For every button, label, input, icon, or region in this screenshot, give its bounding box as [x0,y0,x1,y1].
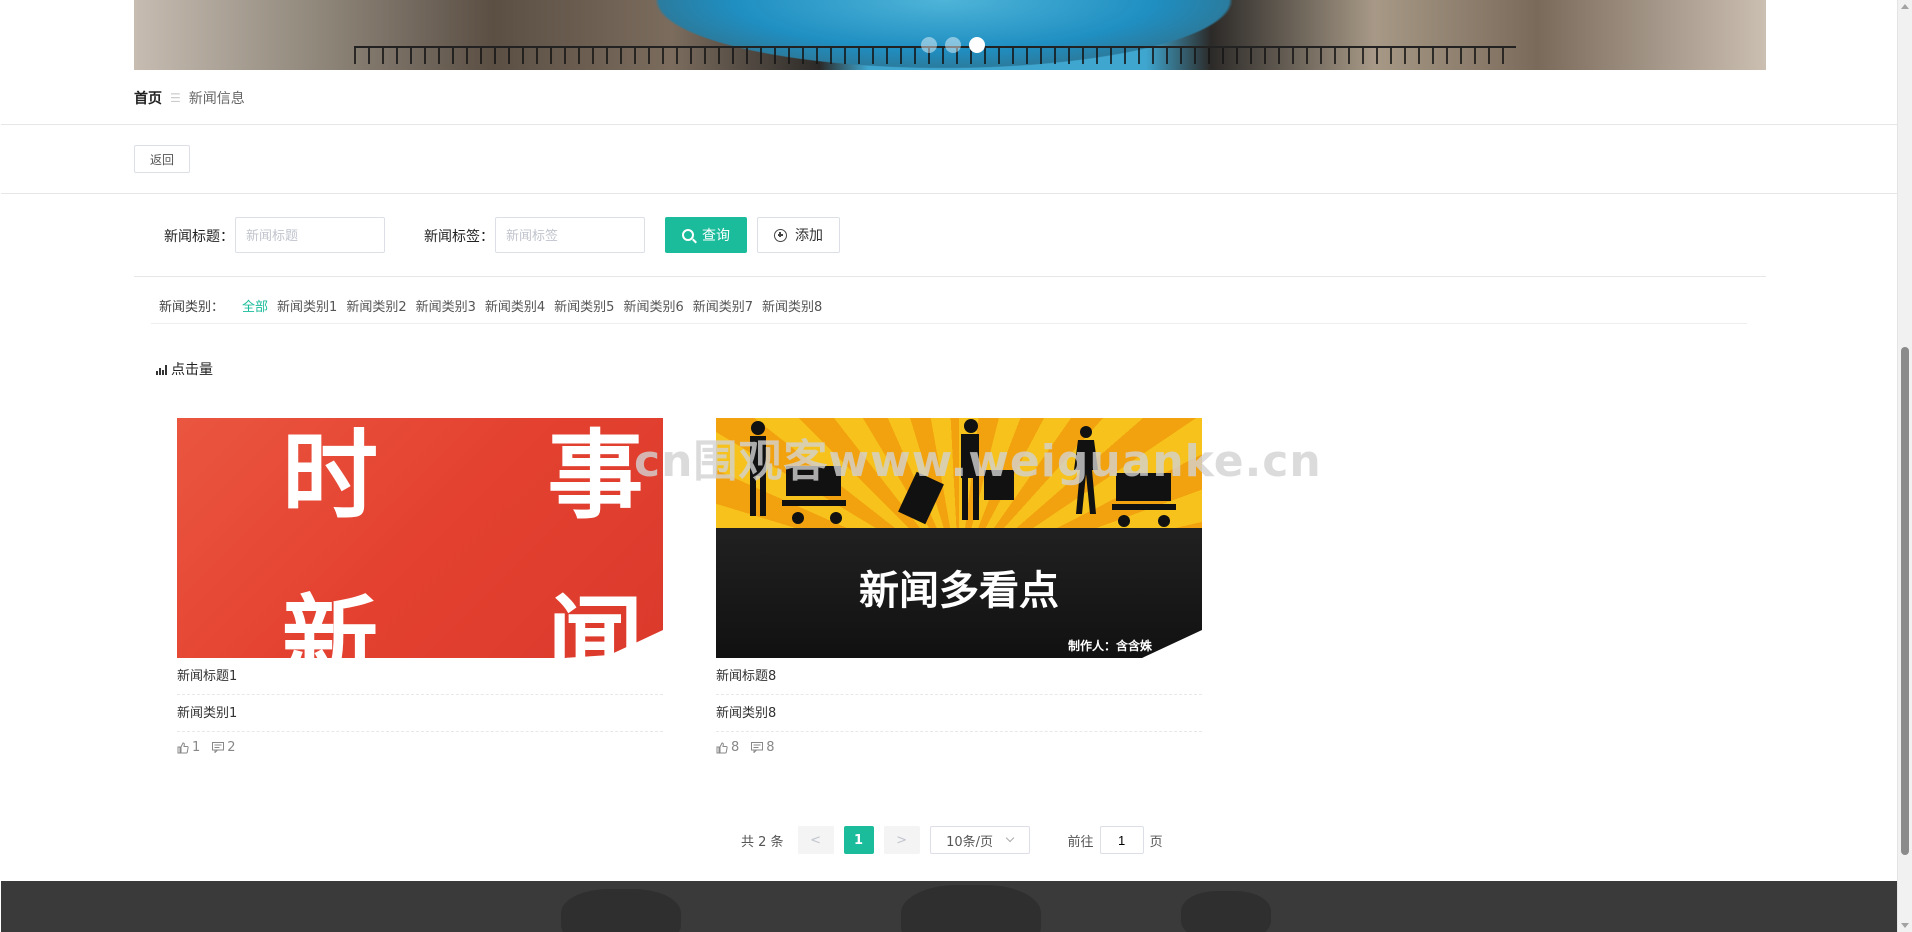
plus-circle-icon [774,228,787,242]
tag-label: 新闻标签： [424,229,494,245]
category-label: 新闻类别： [159,300,225,315]
page: 首页 ☰ 新闻信息 返回 新闻标题： 新闻标签： 查询 添加 新闻类别： 全部 … [1,0,1898,932]
title-input[interactable] [235,217,385,253]
divider [1,124,1898,125]
tag-input[interactable] [495,217,645,253]
scroll-up-arrow-icon[interactable] [1901,4,1909,9]
category-item[interactable]: 新闻类别2 [346,296,406,315]
page-suffix: 页 [1149,834,1163,850]
page-size-select[interactable]: 10条/页 [929,826,1030,854]
carousel-dot-3[interactable] [969,37,985,53]
news-category: 新闻类别1 [177,695,663,732]
breadcrumb-home[interactable]: 首页 [134,88,162,108]
category-item[interactable]: 新闻类别7 [693,296,753,315]
watermark: cn围观客www.weiguanke.cn [634,436,1322,487]
query-button-label: 查询 [702,227,730,243]
category-item[interactable]: 新闻类别5 [554,296,614,315]
news-category: 新闻类别8 [716,695,1202,732]
breadcrumb-separator-icon: ☰ [170,91,181,105]
news-stats: 1 2 [177,740,663,755]
pagination-total: 共 2 条 [741,834,784,850]
divider [1,193,1898,194]
category-item[interactable]: 新闻类别4 [485,296,545,315]
category-item[interactable]: 新闻类别6 [623,296,683,315]
thumbnail-credit: 制作人：含含姝 [1067,639,1152,653]
news-title[interactable]: 新闻标题1 [177,658,663,695]
comment-count: 8 [766,740,775,755]
category-item[interactable]: 新闻类别1 [277,296,337,315]
comment-stat[interactable]: 2 [212,740,236,755]
like-count: 1 [192,740,201,755]
back-button[interactable]: 返回 [134,145,190,173]
comment-count: 2 [227,740,236,755]
breadcrumb-current: 新闻信息 [188,91,245,107]
category-all[interactable]: 全部 [242,296,268,315]
category-item[interactable]: 新闻类别8 [762,296,822,315]
thumbnail-headline: 新闻多看点 [859,568,1059,614]
like-stat[interactable]: 8 [716,740,739,755]
scrollbar-thumb[interactable] [1901,347,1909,855]
page-number-button[interactable]: 1 [843,826,874,854]
like-stat[interactable]: 1 [177,740,200,755]
sort-label: 点击量 [171,362,213,378]
prev-page-button[interactable]: < [797,826,834,854]
title-label: 新闻标题： [164,229,234,245]
divider [134,276,1766,277]
news-card[interactable]: 时 事 新 闻 新闻标题1 新闻类别1 1 2 [177,418,663,755]
page-size-value: 10条/页 [946,834,994,850]
news-title[interactable]: 新闻标题8 [716,658,1202,695]
category-item[interactable]: 新闻类别3 [416,296,476,315]
query-button[interactable]: 查询 [665,217,747,253]
carousel-indicators [921,37,985,53]
footer [1,881,1898,932]
pagination: 共 2 条 < 1 > 10条/页 前往 页 [741,826,1163,854]
search-icon [682,229,694,241]
thumbnail-text: 时 事 [282,419,643,532]
comment-stat[interactable]: 8 [751,740,775,755]
add-button[interactable]: 添加 [757,217,840,253]
banner-carousel[interactable] [134,0,1766,70]
chevron-down-icon [1005,833,1015,843]
goto-label: 前往 [1067,834,1094,850]
news-thumbnail[interactable]: 时 事 新 闻 [177,418,663,658]
divider [151,323,1747,324]
next-page-button[interactable]: > [883,826,920,854]
news-stats: 8 8 [716,740,1202,755]
sort-by-clicks[interactable]: 点击量 [156,359,213,379]
carousel-dot-1[interactable] [921,37,937,53]
chart-icon [156,363,168,375]
add-button-label: 添加 [795,227,823,243]
goto-page-input[interactable] [1099,826,1144,854]
scroll-down-arrow-icon[interactable] [1901,923,1909,928]
comment-icon [751,742,764,753]
thumbs-up-icon [177,741,189,753]
thumbs-up-icon [716,741,728,753]
category-filter: 新闻类别： 全部 新闻类别1 新闻类别2 新闻类别3 新闻类别4 新闻类别5 新… [159,296,831,315]
comment-icon [212,742,225,753]
breadcrumb: 首页 ☰ 新闻信息 [134,88,245,108]
vertical-scrollbar[interactable] [1897,0,1912,932]
like-count: 8 [731,740,740,755]
carousel-dot-2[interactable] [945,37,961,53]
